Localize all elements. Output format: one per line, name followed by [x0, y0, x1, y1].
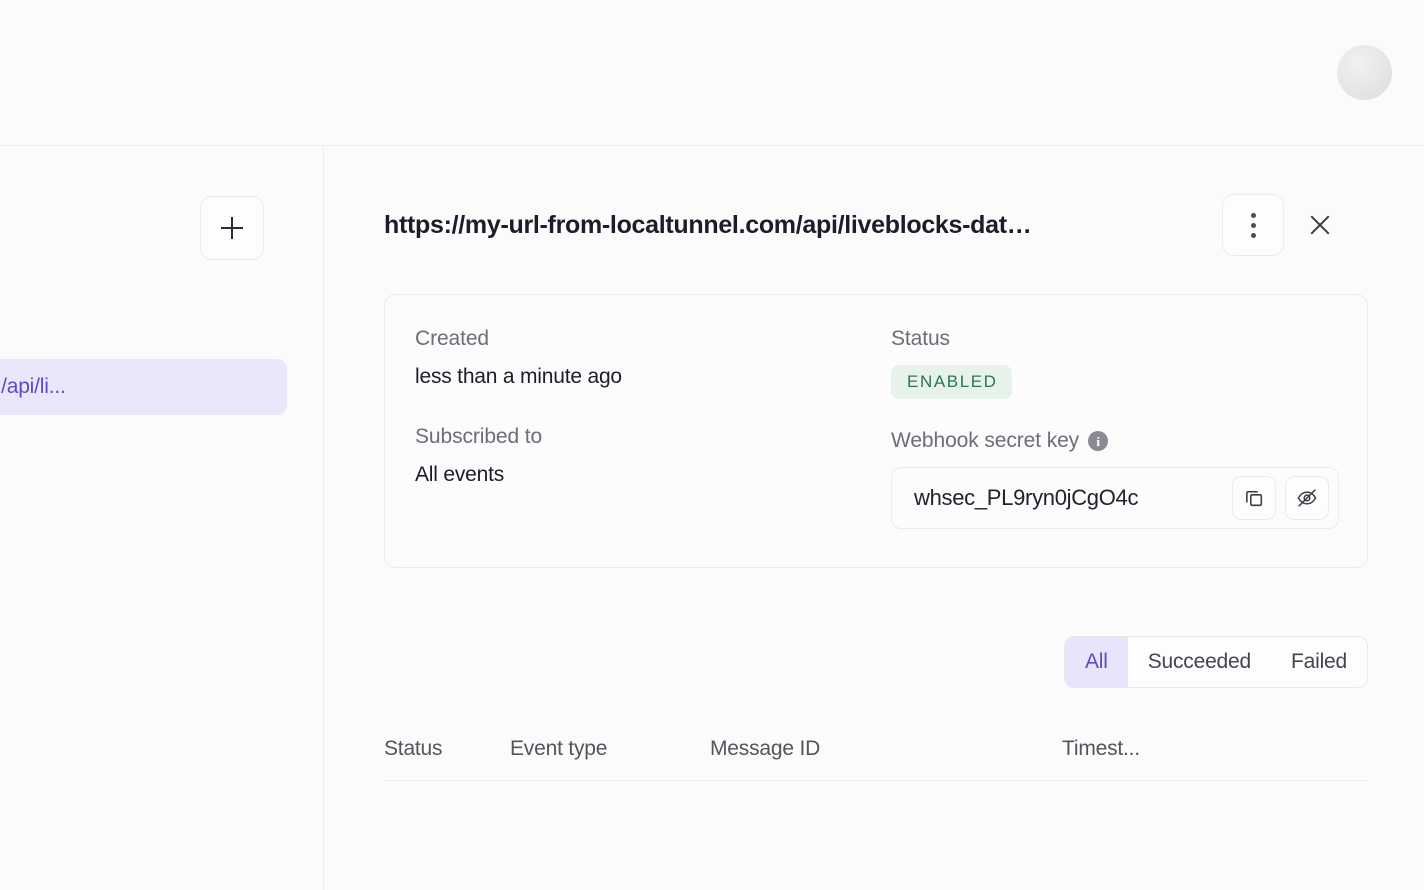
status-label: Status — [891, 327, 1367, 351]
column-header-status: Status — [384, 737, 510, 761]
user-avatar[interactable] — [1337, 45, 1392, 100]
detail-header: https://my-url-from-localtunnel.com/api/… — [384, 194, 1368, 256]
created-field: Created less than a minute ago — [415, 327, 891, 389]
close-panel-button[interactable] — [1300, 205, 1340, 245]
sidebar-item-endpoint[interactable]: unnel.com/api/li... — [0, 359, 287, 415]
copy-secret-button[interactable] — [1232, 476, 1276, 520]
column-header-event-type: Event type — [510, 737, 710, 761]
info-card-left-column: Created less than a minute ago Subscribe… — [415, 327, 891, 567]
column-header-timestamp: Timest... — [1062, 737, 1368, 761]
secret-key-input[interactable] — [892, 484, 1232, 512]
subscribed-field: Subscribed to All events — [415, 425, 891, 487]
sidebar-item-label: unnel.com/api/li... — [0, 375, 66, 399]
events-table: Status Event type Message ID Timest... — [384, 718, 1368, 781]
add-endpoint-button[interactable] — [200, 196, 264, 260]
endpoint-menu-button[interactable] — [1222, 194, 1284, 256]
info-card-right-column: Status ENABLED Webhook secret key i — [891, 327, 1367, 567]
secret-key-label-row: Webhook secret key i — [891, 429, 1367, 453]
app-root: unnel.com/api/li... https://my-url-from-… — [0, 0, 1424, 890]
column-header-message-id: Message ID — [710, 737, 1062, 761]
endpoint-detail-panel: https://my-url-from-localtunnel.com/api/… — [324, 146, 1424, 890]
subscribed-value: All events — [415, 463, 891, 487]
status-field: Status ENABLED — [891, 327, 1367, 399]
secret-key-label: Webhook secret key — [891, 429, 1079, 453]
page-title: https://my-url-from-localtunnel.com/api/… — [384, 211, 1196, 240]
event-filter-tabs: All Succeeded Failed — [1064, 636, 1368, 688]
status-badge: ENABLED — [891, 365, 1012, 399]
close-icon — [1306, 211, 1334, 239]
created-label: Created — [415, 327, 891, 351]
top-bar — [0, 0, 1424, 146]
tab-failed[interactable]: Failed — [1271, 637, 1367, 687]
table-header-row: Status Event type Message ID Timest... — [384, 718, 1368, 781]
endpoint-info-card: Created less than a minute ago Subscribe… — [384, 294, 1368, 568]
toggle-secret-visibility-button[interactable] — [1285, 476, 1329, 520]
eye-off-icon — [1296, 487, 1318, 509]
subscribed-label: Subscribed to — [415, 425, 891, 449]
info-icon[interactable]: i — [1088, 431, 1108, 451]
secret-key-input-group — [891, 467, 1339, 529]
copy-icon — [1243, 487, 1265, 509]
header-actions — [1222, 194, 1340, 256]
tab-all[interactable]: All — [1065, 637, 1128, 687]
secret-key-field: Webhook secret key i — [891, 429, 1367, 529]
created-value: less than a minute ago — [415, 365, 891, 389]
body-row: unnel.com/api/li... https://my-url-from-… — [0, 146, 1424, 890]
endpoints-sidebar: unnel.com/api/li... — [0, 146, 324, 890]
plus-icon — [221, 217, 243, 239]
kebab-menu-icon — [1251, 213, 1256, 238]
tab-succeeded[interactable]: Succeeded — [1128, 637, 1271, 687]
